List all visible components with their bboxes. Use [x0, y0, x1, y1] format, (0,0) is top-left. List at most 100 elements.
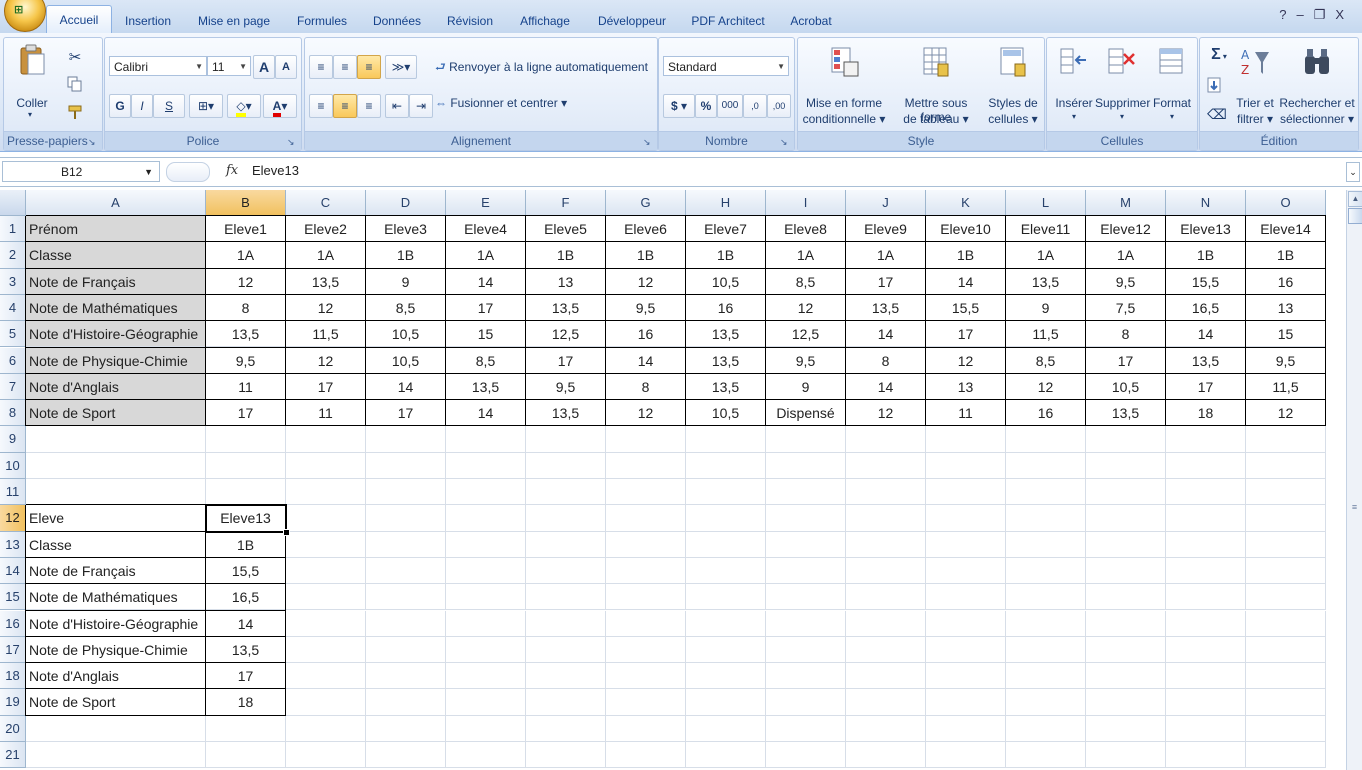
cell-C20[interactable] [286, 715, 366, 742]
cell-B2[interactable]: 1A [206, 242, 286, 269]
cell-L9[interactable] [1006, 426, 1086, 453]
increase-decimal-button[interactable]: ,0 [743, 94, 767, 118]
dialog-launcher-icon[interactable]: ↘ [287, 137, 297, 147]
cell-H4[interactable]: 16 [686, 294, 766, 322]
row-header-12[interactable]: 12 [0, 505, 26, 532]
autosum-button[interactable]: Σ ▾ [1204, 46, 1234, 64]
cell-B7[interactable]: 11 [206, 373, 286, 401]
cell-G8[interactable]: 12 [606, 400, 686, 427]
cell-I12[interactable] [766, 505, 846, 532]
row-header-1[interactable]: 1 [0, 216, 26, 243]
cell-B9[interactable] [206, 426, 286, 453]
font-color-button[interactable]: A▾ [263, 94, 297, 118]
cell-B21[interactable] [206, 742, 286, 769]
cell-D1[interactable]: Eleve3 [366, 216, 446, 243]
number-format-select[interactable]: Standard ▼ [663, 56, 789, 76]
row-header-21[interactable]: 21 [0, 742, 26, 769]
row-header-7[interactable]: 7 [0, 373, 26, 401]
cell-B6[interactable]: 9,5 [206, 347, 286, 374]
cell-N6[interactable]: 13,5 [1166, 347, 1246, 374]
cell-C11[interactable] [286, 479, 366, 506]
split-handle-icon[interactable]: ≡ [1348, 500, 1361, 514]
cell-E21[interactable] [446, 742, 526, 769]
cell-F20[interactable] [526, 715, 606, 742]
cell-N18[interactable] [1166, 663, 1246, 690]
cell-C19[interactable] [286, 689, 366, 716]
cell-B18[interactable]: 17 [206, 663, 286, 690]
cell-E17[interactable] [446, 636, 526, 664]
cell-D10[interactable] [366, 452, 446, 479]
cell-I5[interactable]: 12,5 [766, 321, 846, 348]
cell-G1[interactable]: Eleve6 [606, 216, 686, 243]
cell-C3[interactable]: 13,5 [286, 268, 366, 295]
cell-G21[interactable] [606, 742, 686, 769]
row-header-19[interactable]: 19 [0, 689, 26, 716]
cell-J13[interactable] [846, 531, 926, 558]
row-header-13[interactable]: 13 [0, 531, 26, 558]
cell-I13[interactable] [766, 531, 846, 558]
cell-M2[interactable]: 1A [1086, 242, 1166, 269]
cell-B10[interactable] [206, 452, 286, 479]
cell-H7[interactable]: 13,5 [686, 373, 766, 401]
cell-A19[interactable]: Note de Sport [26, 689, 206, 716]
cell-E5[interactable]: 15 [446, 321, 526, 348]
cell-E18[interactable] [446, 663, 526, 690]
cell-I19[interactable] [766, 689, 846, 716]
cell-M12[interactable] [1086, 505, 1166, 532]
column-header-M[interactable]: M [1086, 190, 1166, 216]
column-header-K[interactable]: K [926, 190, 1006, 216]
cell-M19[interactable] [1086, 689, 1166, 716]
row-header-6[interactable]: 6 [0, 347, 26, 374]
cell-G11[interactable] [606, 479, 686, 506]
cell-O5[interactable]: 15 [1246, 321, 1326, 348]
cell-M1[interactable]: Eleve12 [1086, 216, 1166, 243]
cell-H3[interactable]: 10,5 [686, 268, 766, 295]
tab-d-veloppeur[interactable]: Développeur [590, 9, 674, 33]
cell-E15[interactable] [446, 584, 526, 611]
cell-B17[interactable]: 13,5 [206, 636, 286, 664]
cell-N1[interactable]: Eleve13 [1166, 216, 1246, 243]
cell-H13[interactable] [686, 531, 766, 558]
cell-L18[interactable] [1006, 663, 1086, 690]
cell-B14[interactable]: 15,5 [206, 557, 286, 585]
cell-L12[interactable] [1006, 505, 1086, 532]
underline-button[interactable]: S [153, 94, 185, 118]
cell-H21[interactable] [686, 742, 766, 769]
fill-color-icon[interactable]: ◇▾ [227, 94, 261, 118]
row-header-16[interactable]: 16 [0, 610, 26, 637]
cell-D13[interactable] [366, 531, 446, 558]
cell-A10[interactable] [26, 452, 206, 479]
cell-G4[interactable]: 9,5 [606, 294, 686, 322]
cell-H10[interactable] [686, 452, 766, 479]
cell-G13[interactable] [606, 531, 686, 558]
cell-D12[interactable] [366, 505, 446, 532]
cell-E4[interactable]: 17 [446, 294, 526, 322]
shrink-font-button[interactable]: A [275, 55, 297, 79]
cell-A16[interactable]: Note d'Histoire-Géographie [26, 610, 206, 637]
cell-O6[interactable]: 9,5 [1246, 347, 1326, 374]
cell-B8[interactable]: 17 [206, 400, 286, 427]
cell-F6[interactable]: 17 [526, 347, 606, 374]
cell-L4[interactable]: 9 [1006, 294, 1086, 322]
cell-J2[interactable]: 1A [846, 242, 926, 269]
row-header-20[interactable]: 20 [0, 715, 26, 742]
cell-C17[interactable] [286, 636, 366, 664]
column-header-C[interactable]: C [286, 190, 366, 216]
cell-L3[interactable]: 13,5 [1006, 268, 1086, 295]
cell-O3[interactable]: 16 [1246, 268, 1326, 295]
cell-O13[interactable] [1246, 531, 1326, 558]
cell-G7[interactable]: 8 [606, 373, 686, 401]
cell-F10[interactable] [526, 452, 606, 479]
cell-C21[interactable] [286, 742, 366, 769]
align-right-icon[interactable]: ≡ [357, 94, 381, 118]
cell-I16[interactable] [766, 610, 846, 637]
cell-F18[interactable] [526, 663, 606, 690]
cell-C9[interactable] [286, 426, 366, 453]
align-bottom-icon[interactable]: ≡ [357, 55, 381, 79]
tab-insertion[interactable]: Insertion [112, 9, 184, 33]
cell-J21[interactable] [846, 742, 926, 769]
cell-D4[interactable]: 8,5 [366, 294, 446, 322]
cell-H19[interactable] [686, 689, 766, 716]
cell-K19[interactable] [926, 689, 1006, 716]
cell-A20[interactable] [26, 715, 206, 742]
